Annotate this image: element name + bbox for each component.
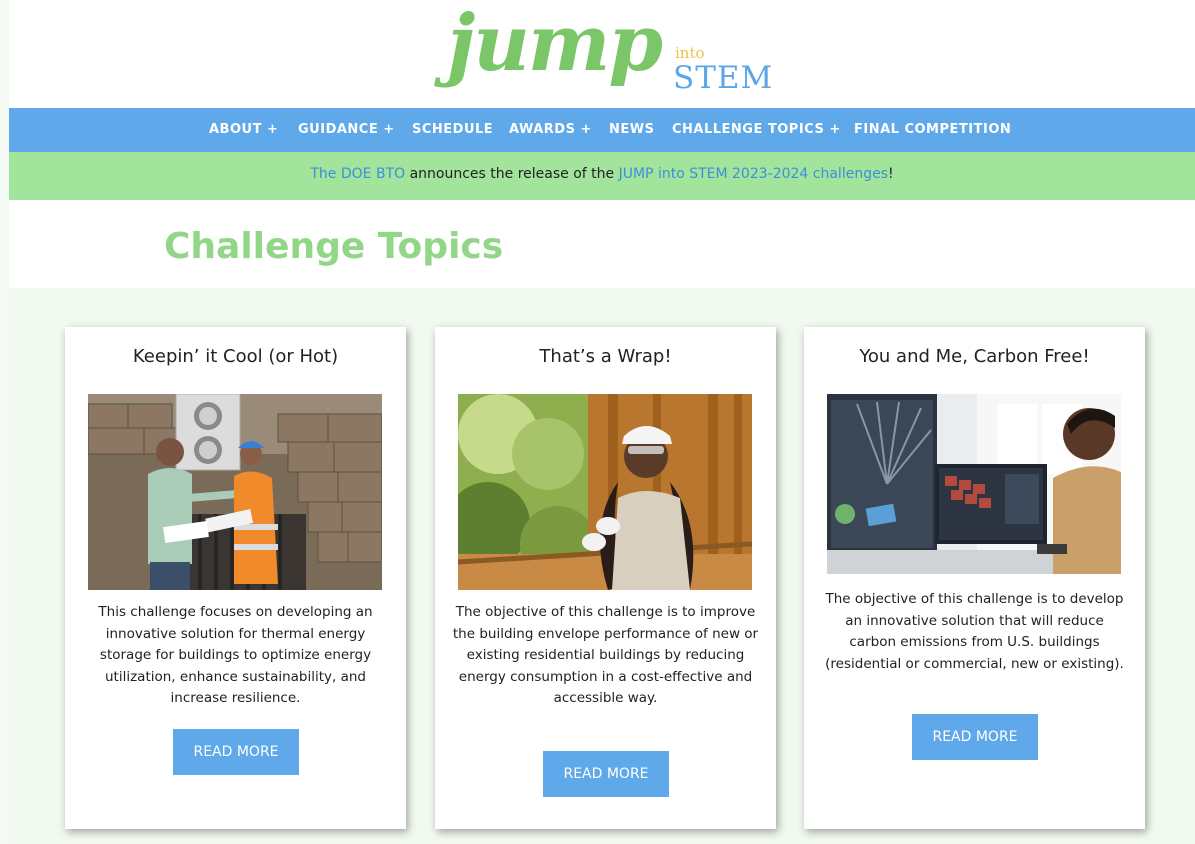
page: jump into STEM ABOUT + GUIDANCE + SCHEDU…: [9, 0, 1195, 844]
title-band: Challenge Topics: [9, 200, 1195, 288]
nav-item-guidance[interactable]: GUIDANCE +: [298, 122, 395, 137]
challenge-card-keepin-it-cool: Keepin’ it Cool (or Hot) This challenge …: [65, 327, 406, 829]
read-more-button[interactable]: READ MORE: [173, 729, 299, 775]
card-description: This challenge focuses on developing an …: [98, 604, 373, 706]
logo-jump-text: jump: [447, 0, 663, 89]
page-title: Challenge Topics: [164, 226, 504, 267]
card-image-builder: [458, 394, 752, 590]
nav-item-awards[interactable]: AWARDS +: [509, 122, 592, 137]
read-more-button[interactable]: READ MORE: [543, 751, 669, 797]
announcement-text-middle: announces the release of the: [405, 166, 619, 182]
logo-stem-text: STEM: [673, 60, 774, 96]
nav-item-final-competition[interactable]: FINAL COMPETITION: [854, 122, 1011, 137]
main-nav: ABOUT + GUIDANCE + SCHEDULE AWARDS + NEW…: [9, 108, 1195, 152]
card-title: Keepin’ it Cool (or Hot): [132, 346, 339, 367]
announcement-link-doe-bto[interactable]: The DOE BTO: [310, 166, 405, 182]
card-title: That’s a Wrap!: [539, 346, 672, 367]
challenge-card-thats-a-wrap: That’s a Wrap! The objective of this cha…: [435, 327, 776, 829]
card-image-technicians: [88, 394, 382, 590]
announcement-link-challenges[interactable]: JUMP into STEM 2023-2024 challenges: [619, 166, 888, 182]
challenge-card-carbon-free: You and Me, Carbon Free! The objective o…: [804, 327, 1145, 829]
read-more-button[interactable]: READ MORE: [912, 714, 1038, 760]
announcement-text-end: !: [888, 166, 894, 182]
card-title: You and Me, Carbon Free!: [859, 346, 1090, 367]
announcement-bar: The DOE BTO announces the release of the…: [9, 152, 1195, 200]
announcement-text: The DOE BTO announces the release of the…: [9, 166, 1195, 182]
nav-item-challenge-topics[interactable]: CHALLENGE TOPICS +: [672, 122, 841, 137]
site-logo[interactable]: jump into STEM: [447, 0, 777, 104]
nav-item-about[interactable]: ABOUT +: [209, 122, 278, 137]
card-image-analyst: [827, 394, 1121, 574]
card-description: The objective of this challenge is to im…: [452, 604, 759, 706]
nav-item-news[interactable]: NEWS: [609, 122, 654, 137]
header: jump into STEM: [9, 0, 1195, 108]
card-description: The objective of this challenge is to de…: [825, 591, 1124, 672]
nav-item-schedule[interactable]: SCHEDULE: [412, 122, 493, 137]
